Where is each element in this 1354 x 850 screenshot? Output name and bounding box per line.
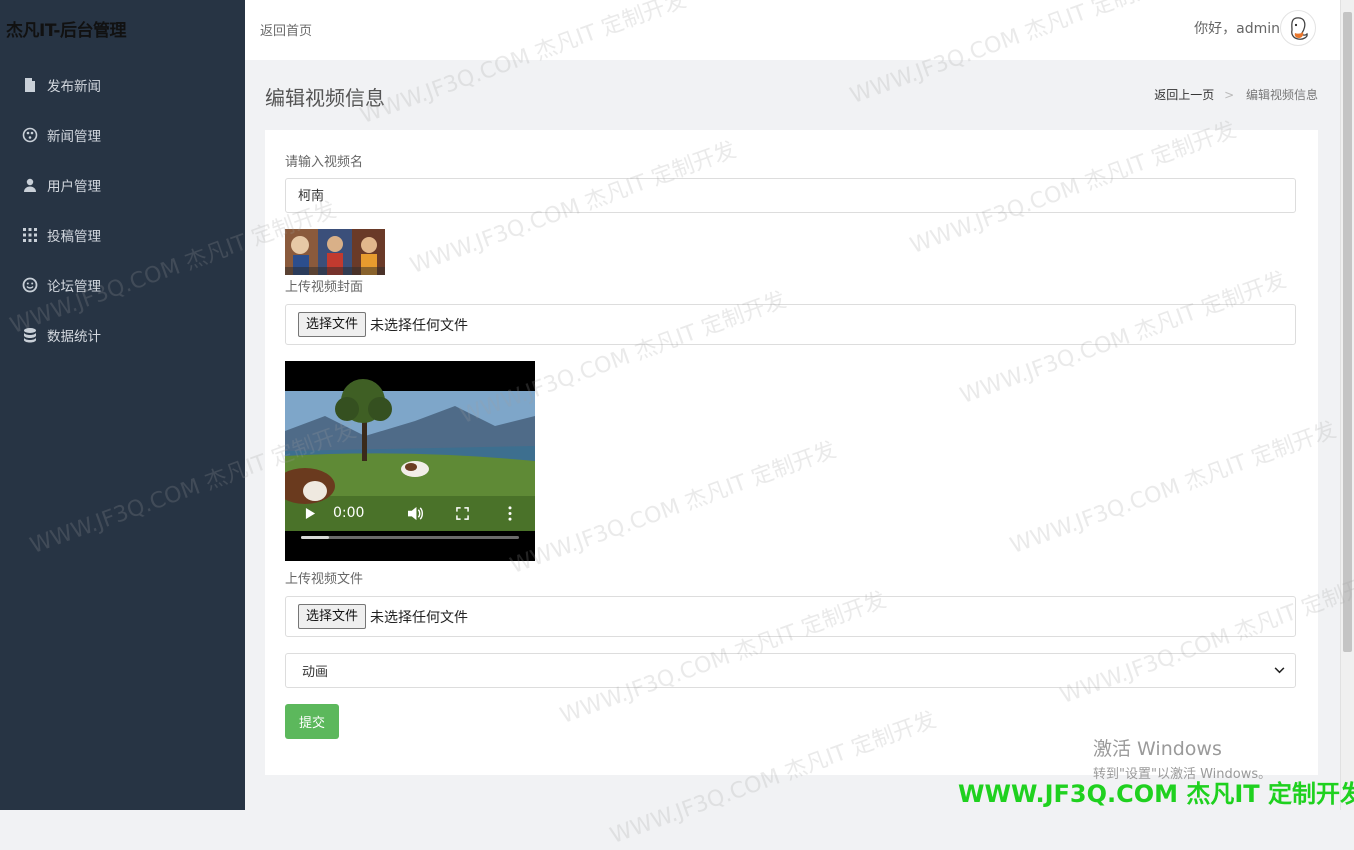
breadcrumb-separator-icon: > [1224,88,1235,102]
video-progress-buffer [301,536,329,539]
video-upload-label: 上传视频文件 [285,572,364,587]
play-icon[interactable] [305,507,316,524]
video-file-input[interactable]: 选择文件 未选择任何文件 [285,596,1296,637]
page-scrollbar[interactable] [1340,0,1354,810]
palette-icon [22,127,38,143]
scrollbar-thumb[interactable] [1343,12,1352,652]
choose-video-file-button[interactable]: 选择文件 [298,604,367,629]
video-controls: 0:00 [285,501,535,561]
video-name-label: 请输入视频名 [285,155,364,170]
sidebar: 杰凡IT-后台管理 发布新闻 新闻管理 用户管理 投稿管理 论坛管理 数据统计 [0,0,245,810]
sidebar-item-publish-news[interactable]: 发布新闻 [0,60,245,110]
volume-icon[interactable] [407,506,424,525]
breadcrumb-back-link[interactable]: 返回上一页 [1154,88,1214,102]
document-icon [22,77,38,93]
edit-video-form: 请输入视频名 柯南 上传视频封面 选择文件 未选择任何文件 0:00 上传视频文… [265,130,1318,775]
sidebar-item-label: 论坛管理 [47,279,101,295]
cover-thumbnail [285,229,385,275]
sidebar-item-user-manage[interactable]: 用户管理 [0,160,245,210]
video-player[interactable]: 0:00 [285,361,535,561]
fullscreen-icon[interactable] [456,507,469,524]
sidebar-item-news-manage[interactable]: 新闻管理 [0,110,245,160]
submit-button[interactable]: 提交 [285,704,339,739]
sidebar-item-label: 用户管理 [47,179,101,195]
cover-file-input[interactable]: 选择文件 未选择任何文件 [285,304,1296,345]
cover-file-status: 未选择任何文件 [370,317,469,334]
brand-title: 杰凡IT-后台管理 [6,21,126,41]
user-greeting: 你好，admin [1194,21,1280,37]
sidebar-item-label: 新闻管理 [47,129,101,145]
avatar[interactable] [1280,10,1316,46]
video-progress-bar[interactable] [301,536,519,539]
smile-icon [22,277,38,293]
video-name-input[interactable]: 柯南 [285,178,1296,213]
sidebar-item-label: 数据统计 [47,329,101,345]
chevron-down-icon [1274,663,1285,678]
sidebar-item-label: 发布新闻 [47,79,101,95]
breadcrumb-current: 编辑视频信息 [1245,88,1318,102]
footer-watermark: WWW.JF3Q.COM 杰凡IT 定制开发 [958,780,1354,808]
more-options-icon[interactable] [508,506,512,525]
topbar: 返回首页 你好，admin [245,0,1340,60]
category-select[interactable]: 动画 [285,653,1296,688]
choose-cover-file-button[interactable]: 选择文件 [298,312,367,337]
video-time: 0:00 [333,505,365,521]
sidebar-item-label: 投稿管理 [47,229,101,245]
sidebar-menu: 发布新闻 新闻管理 用户管理 投稿管理 论坛管理 数据统计 [0,60,245,360]
sidebar-item-submission-manage[interactable]: 投稿管理 [0,210,245,260]
cover-upload-label: 上传视频封面 [285,280,364,295]
breadcrumb: 返回上一页 > 编辑视频信息 [1154,86,1318,103]
back-home-link[interactable]: 返回首页 [260,20,312,39]
user-icon [22,177,38,193]
database-icon [22,327,38,343]
sidebar-item-forum-manage[interactable]: 论坛管理 [0,260,245,310]
category-selected-value: 动画 [302,665,329,680]
grid-icon [22,227,38,243]
activation-title: 激活 Windows [1093,738,1222,760]
sidebar-item-statistics[interactable]: 数据统计 [0,310,245,360]
page-title: 编辑视频信息 [265,86,385,110]
video-file-status: 未选择任何文件 [370,609,469,626]
